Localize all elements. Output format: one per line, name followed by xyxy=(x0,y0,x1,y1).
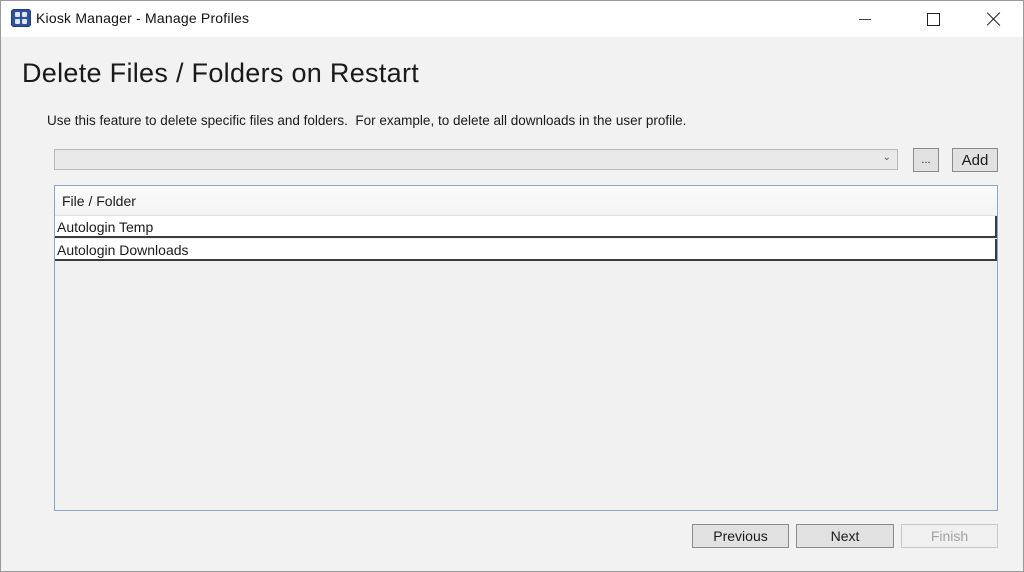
chevron-down-icon[interactable]: ⌄ xyxy=(883,152,891,163)
list-row-name: Autologin Downloads xyxy=(57,242,189,258)
previous-button[interactable]: Previous xyxy=(692,524,789,548)
close-icon xyxy=(987,12,1001,26)
window-title: Kiosk Manager - Manage Profiles xyxy=(36,10,250,26)
finish-button: Finish xyxy=(901,524,998,548)
page-description: Use this feature to delete specific file… xyxy=(47,113,687,128)
file-folder-list[interactable]: File / Folder Autologin Temp Autologin D… xyxy=(54,185,998,511)
page-title: Delete Files / Folders on Restart xyxy=(22,58,420,88)
list-row-name: Autologin Temp xyxy=(57,219,154,235)
column-header-label: File / Folder xyxy=(62,193,136,209)
title-bar[interactable]: Kiosk Manager - Manage Profiles xyxy=(1,1,1023,37)
kiosk-manager-window: Kiosk Manager - Manage Profiles Delete F… xyxy=(0,0,1024,572)
add-button[interactable]: Add xyxy=(952,148,998,172)
column-header-file-folder[interactable]: File / Folder xyxy=(55,186,997,216)
minimize-button[interactable] xyxy=(842,1,888,37)
next-button[interactable]: Next xyxy=(796,524,894,548)
list-row[interactable]: Autologin Temp xyxy=(55,216,997,238)
maximize-button[interactable] xyxy=(910,1,956,37)
list-row[interactable]: Autologin Downloads xyxy=(55,239,997,261)
path-combobox[interactable]: ⌄ xyxy=(54,149,898,170)
minimize-icon xyxy=(859,18,871,20)
close-button[interactable] xyxy=(971,1,1017,37)
kiosk-manager-app-icon xyxy=(11,9,31,27)
maximize-icon xyxy=(926,12,940,26)
browse-button[interactable]: ... xyxy=(913,148,939,172)
